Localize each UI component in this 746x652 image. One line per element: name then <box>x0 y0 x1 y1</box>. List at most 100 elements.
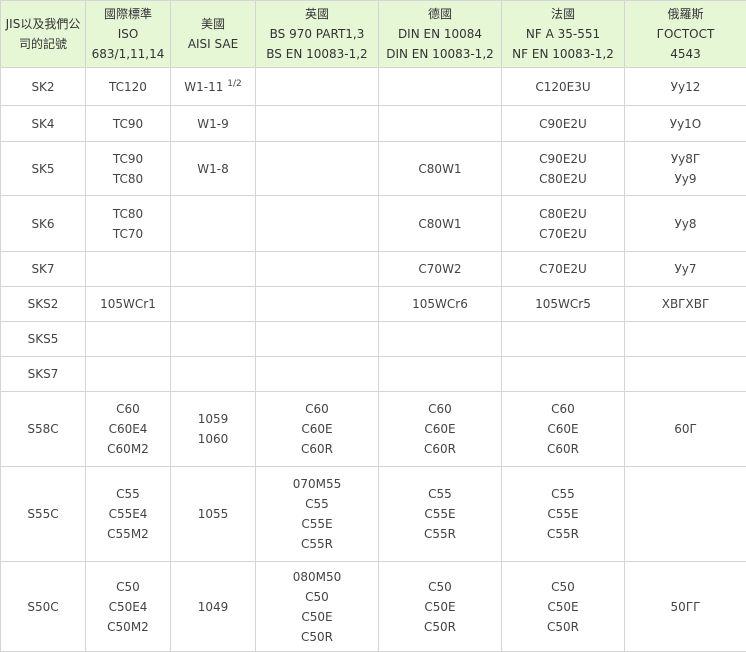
cell-iso-standard: TC90 <box>86 106 171 142</box>
cell-text: C55R <box>256 534 378 554</box>
cell-bs-standard <box>256 357 379 392</box>
cell-text: C55R <box>379 524 501 544</box>
cell-bs-standard <box>256 106 379 142</box>
cell-text: C50R <box>379 617 501 637</box>
cell-text: SKS2 <box>1 294 85 314</box>
cell-text: TC90 <box>86 149 170 169</box>
cell-jis-mark: S55C <box>1 467 86 562</box>
header-text: JIS以及我們公 <box>1 14 85 34</box>
table-row: SKS2105WCr1105WCr6105WCr5ХВГХВГ <box>1 287 746 322</box>
header-nf-standard: 法國NF A 35-551NF EN 10083-1,2 <box>502 1 625 68</box>
cell-text: Уу1О <box>625 114 746 134</box>
cell-iso-standard: C55C55E4C55M2 <box>86 467 171 562</box>
header-text: BS 970 PART1,3 <box>256 24 378 44</box>
header-aisi-sae: 美國AISI SAE <box>171 1 256 68</box>
cell-aisi-sae <box>171 357 256 392</box>
cell-din-standard: 105WCr6 <box>379 287 502 322</box>
header-text: NF A 35-551 <box>502 24 624 44</box>
cell-aisi-sae: 10591060 <box>171 392 256 467</box>
cell-text: TC70 <box>86 224 170 244</box>
table-row: SKS5 <box>1 322 746 357</box>
cell-text: SK4 <box>1 114 85 134</box>
cell-nf-standard: 105WCr5 <box>502 287 625 322</box>
header-text: DIN EN 10083-1,2 <box>379 44 501 64</box>
cell-din-standard: C55C55EC55R <box>379 467 502 562</box>
cell-text: TC80 <box>86 204 170 224</box>
cell-text: 50ГГ <box>625 597 746 617</box>
cell-gost-standard: Уу8ГУу9 <box>625 142 746 196</box>
cell-nf-standard: C55C55EC55R <box>502 467 625 562</box>
cell-aisi-sae: 1049 <box>171 562 256 652</box>
cell-text: SK2 <box>1 77 85 97</box>
cell-nf-standard: C120E3U <box>502 68 625 106</box>
cell-din-standard: C80W1 <box>379 196 502 252</box>
cell-din-standard <box>379 106 502 142</box>
cell-bs-standard: C60C60EC60R <box>256 392 379 467</box>
cell-nf-standard: C50C50EC50R <box>502 562 625 652</box>
cell-text: C70E2U <box>502 224 624 244</box>
cell-text: TC120 <box>86 77 170 97</box>
header-row: JIS以及我們公司的記號國際標準ISO683/1,11,14美國AISI SAE… <box>1 1 746 68</box>
cell-iso-standard <box>86 357 171 392</box>
cell-gost-standard: Уу1О <box>625 106 746 142</box>
cell-text: C60R <box>379 439 501 459</box>
cell-text-fraction: W1-11 1/2 <box>171 77 255 97</box>
cell-text: C80W1 <box>379 214 501 234</box>
cell-text: C60R <box>256 439 378 459</box>
header-text: 4543 <box>625 44 746 64</box>
cell-text: Уу12 <box>625 77 746 97</box>
cell-text: C50R <box>256 627 378 647</box>
cell-text: 1055 <box>171 504 255 524</box>
cell-nf-standard: C80E2UC70E2U <box>502 196 625 252</box>
cell-text: W1-9 <box>171 114 255 134</box>
table-row: SK7C70W2C70E2UУу7 <box>1 252 746 287</box>
cell-text: C50 <box>379 577 501 597</box>
cell-gost-standard <box>625 357 746 392</box>
header-text: 法國 <box>502 4 624 24</box>
table-header: JIS以及我們公司的記號國際標準ISO683/1,11,14美國AISI SAE… <box>1 1 746 68</box>
cell-iso-standard <box>86 252 171 287</box>
cell-jis-mark: SK5 <box>1 142 86 196</box>
cell-aisi-sae: W1-8 <box>171 142 256 196</box>
cell-text: C50R <box>502 617 624 637</box>
cell-text: S55C <box>1 504 85 524</box>
table-row: SK2TC120W1-11 1/2 C120E3UУу12 <box>1 68 746 106</box>
cell-gost-standard <box>625 467 746 562</box>
cell-din-standard <box>379 357 502 392</box>
header-jis-mark: JIS以及我們公司的記號 <box>1 1 86 68</box>
table-row: SK5TC90TC80W1-8C80W1C90E2UC80E2UУу8ГУу9 <box>1 142 746 196</box>
cell-nf-standard: C70E2U <box>502 252 625 287</box>
cell-din-standard: C50C50EC50R <box>379 562 502 652</box>
header-text: BS EN 10083-1,2 <box>256 44 378 64</box>
cell-text: C50 <box>256 587 378 607</box>
cell-text-superscript: 1/2 <box>227 79 241 89</box>
cell-din-standard: C60C60EC60R <box>379 392 502 467</box>
cell-text: SKS7 <box>1 364 85 384</box>
table-body: SK2TC120W1-11 1/2 C120E3UУу12 SK4TC90W1-9 C… <box>1 68 746 652</box>
cell-bs-standard <box>256 322 379 357</box>
cell-text: C55E <box>502 504 624 524</box>
cell-text: C50 <box>502 577 624 597</box>
header-text: ISO <box>86 24 170 44</box>
table-row: S58CC60C60E4C60M210591060C60C60EC60RC60C… <box>1 392 746 467</box>
table-row: S55CC55C55E4C55M21055070M55C55C55EC55RC5… <box>1 467 746 562</box>
cell-bs-standard <box>256 196 379 252</box>
cell-text: C60E <box>502 419 624 439</box>
cell-text: C55 <box>256 494 378 514</box>
table-row: SK4TC90W1-9 C90E2UУу1О <box>1 106 746 142</box>
cell-bs-standard <box>256 287 379 322</box>
cell-text: C60M2 <box>86 439 170 459</box>
cell-aisi-sae <box>171 252 256 287</box>
cell-text: SK7 <box>1 259 85 279</box>
cell-gost-standard: ХВГХВГ <box>625 287 746 322</box>
cell-text: 1049 <box>171 597 255 617</box>
header-text: 683/1,11,14 <box>86 44 170 64</box>
cell-nf-standard: C90E2U <box>502 106 625 142</box>
cell-text: C60 <box>502 399 624 419</box>
header-text: AISI SAE <box>171 34 255 54</box>
cell-bs-standard <box>256 142 379 196</box>
cell-text: C90E2U <box>502 149 624 169</box>
cell-iso-standard <box>86 322 171 357</box>
header-text: 俄羅斯 <box>625 4 746 24</box>
cell-text: Уу8Г <box>625 149 746 169</box>
